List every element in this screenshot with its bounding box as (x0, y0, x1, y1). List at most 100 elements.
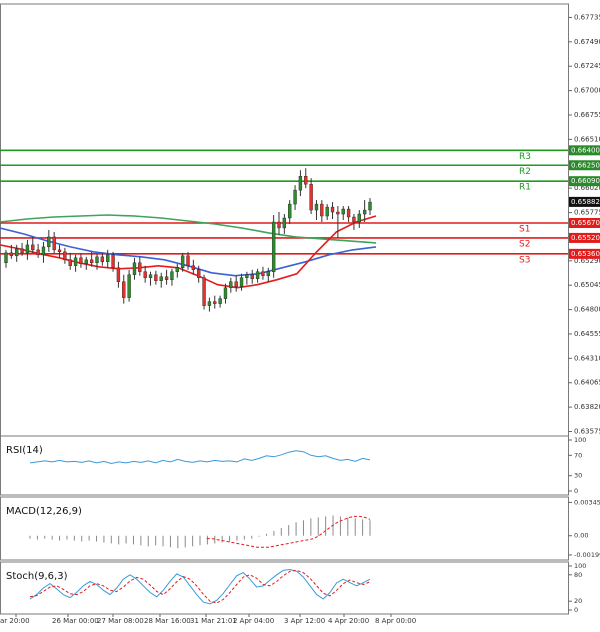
candle-body (298, 176, 303, 191)
candle-body (9, 252, 14, 257)
x-tick-label: 3 Apr 12:00 (284, 617, 325, 625)
y-tick-label: 0.63820 (574, 403, 600, 411)
candle-body (138, 262, 142, 272)
y-tick-label: 0.67245 (574, 62, 600, 70)
candle-body (100, 256, 105, 263)
candle-body (239, 277, 244, 287)
pivot-name-r2: R2 (519, 167, 531, 177)
candle-body (73, 257, 78, 266)
candle-body (68, 259, 72, 266)
candle-body (357, 213, 361, 223)
x-tick-label: 2 Apr 04:00 (233, 617, 274, 625)
candle-body (175, 267, 179, 272)
pivot-price-label: 0.66250 (571, 161, 600, 169)
candle-body (277, 221, 281, 229)
candle-body (25, 244, 30, 254)
indicator-tick-label: 0.003453 (574, 498, 600, 506)
candle-body (47, 236, 51, 248)
candle-body (127, 274, 131, 298)
pivot-name-s1: S1 (519, 224, 530, 234)
indicator-label: RSI(14) (6, 445, 43, 456)
chart-svg: 0.67735 0.67490 0.67245 0.67000 0.66755 0.665… (0, 3, 600, 625)
candle-body (31, 244, 35, 251)
candle-body (36, 249, 40, 256)
candle-body (41, 246, 46, 256)
candle-body (234, 281, 238, 287)
y-tick-label: 0.67000 (574, 87, 600, 95)
y-tick-label: 0.64800 (574, 306, 600, 314)
candle-body (79, 257, 83, 264)
x-tick-label: ar 20:00 (0, 617, 30, 625)
candle-body (362, 209, 367, 215)
y-tick-label: 0.67735 (574, 13, 600, 21)
candle-body (213, 301, 217, 304)
y-tick-label: 0.64065 (574, 379, 600, 387)
x-tick-label: 27 Mar 08:00 (97, 617, 144, 625)
x-tick-label: 4 Apr 20:00 (328, 617, 369, 625)
pivot-price-label: 0.65360 (571, 250, 600, 258)
candle-body (293, 189, 297, 205)
candle-body (207, 301, 212, 306)
candle-body (245, 274, 249, 278)
indicator-tick-label: 0.00 (574, 532, 588, 540)
current-price-label: 0.65882 (571, 198, 600, 206)
x-tick-label: 28 Mar 16:00 (144, 617, 191, 625)
candle-body (4, 252, 8, 264)
x-tick-label: 31 Mar 21:01 (190, 617, 237, 625)
pivot-price-label: 0.65520 (571, 234, 600, 242)
candle-body (164, 276, 169, 280)
indicator-tick-label: -0.00199 (574, 551, 600, 559)
candle-body (352, 216, 356, 223)
y-tick-label: 0.67490 (574, 38, 600, 46)
candle-body (330, 206, 335, 213)
pivot-name-r1: R1 (519, 183, 531, 193)
candle-body (84, 259, 88, 264)
candle-body (132, 262, 137, 275)
indicator-tick-label: 80 (574, 571, 582, 579)
y-tick-label: 0.66755 (574, 111, 600, 119)
candle-body (197, 269, 201, 278)
candle-body (143, 271, 147, 278)
indicator-tick-label: 70 (574, 451, 582, 459)
candle-body (122, 281, 126, 298)
candle-body (223, 287, 228, 299)
indicator-label: MACD(12,26,9) (6, 506, 82, 517)
candle-body (304, 176, 308, 185)
x-tick-label: 26 Mar 00:00 (52, 617, 99, 625)
indicator-panel-frame-1 (0, 496, 569, 561)
indicator-tick-label: 100 (574, 562, 586, 570)
candle-body (202, 277, 206, 306)
indicator-panel-frame-0 (0, 435, 569, 496)
candle-body (63, 251, 67, 261)
candle-body (336, 211, 340, 215)
indicator-label: Stoch(9,6,3) (6, 571, 68, 582)
indicator-tick-label: 100 (574, 436, 586, 444)
candle-body (116, 267, 121, 282)
candle-body (15, 248, 19, 257)
pivot-price-label: 0.66400 (571, 146, 600, 154)
pivot-name-s2: S2 (519, 239, 530, 249)
candle-body (309, 183, 313, 211)
y-tick-label: 0.66510 (574, 135, 600, 143)
candle-body (57, 249, 62, 253)
candle-body (170, 271, 174, 280)
candle-body (191, 265, 196, 270)
pivot-name-s3: S3 (519, 255, 530, 265)
candle-body (255, 271, 260, 279)
candle-body (346, 208, 351, 218)
indicator-tick-label: 0 (574, 487, 578, 495)
pivot-name-r3: R3 (519, 152, 531, 162)
y-tick-label: 0.65775 (574, 209, 600, 217)
candle-body (288, 203, 292, 219)
x-tick-label: 8 Apr 00:00 (375, 617, 416, 625)
candle-body (266, 271, 270, 276)
candle-body (341, 208, 345, 215)
candle-body (95, 256, 99, 264)
candle-body (261, 271, 265, 276)
candle-body (20, 248, 24, 254)
indicator-tick-label: 0 (574, 606, 578, 614)
candle-body (368, 201, 372, 211)
candle-body (250, 274, 254, 279)
candle-body (89, 259, 94, 264)
candle-body (111, 254, 115, 268)
